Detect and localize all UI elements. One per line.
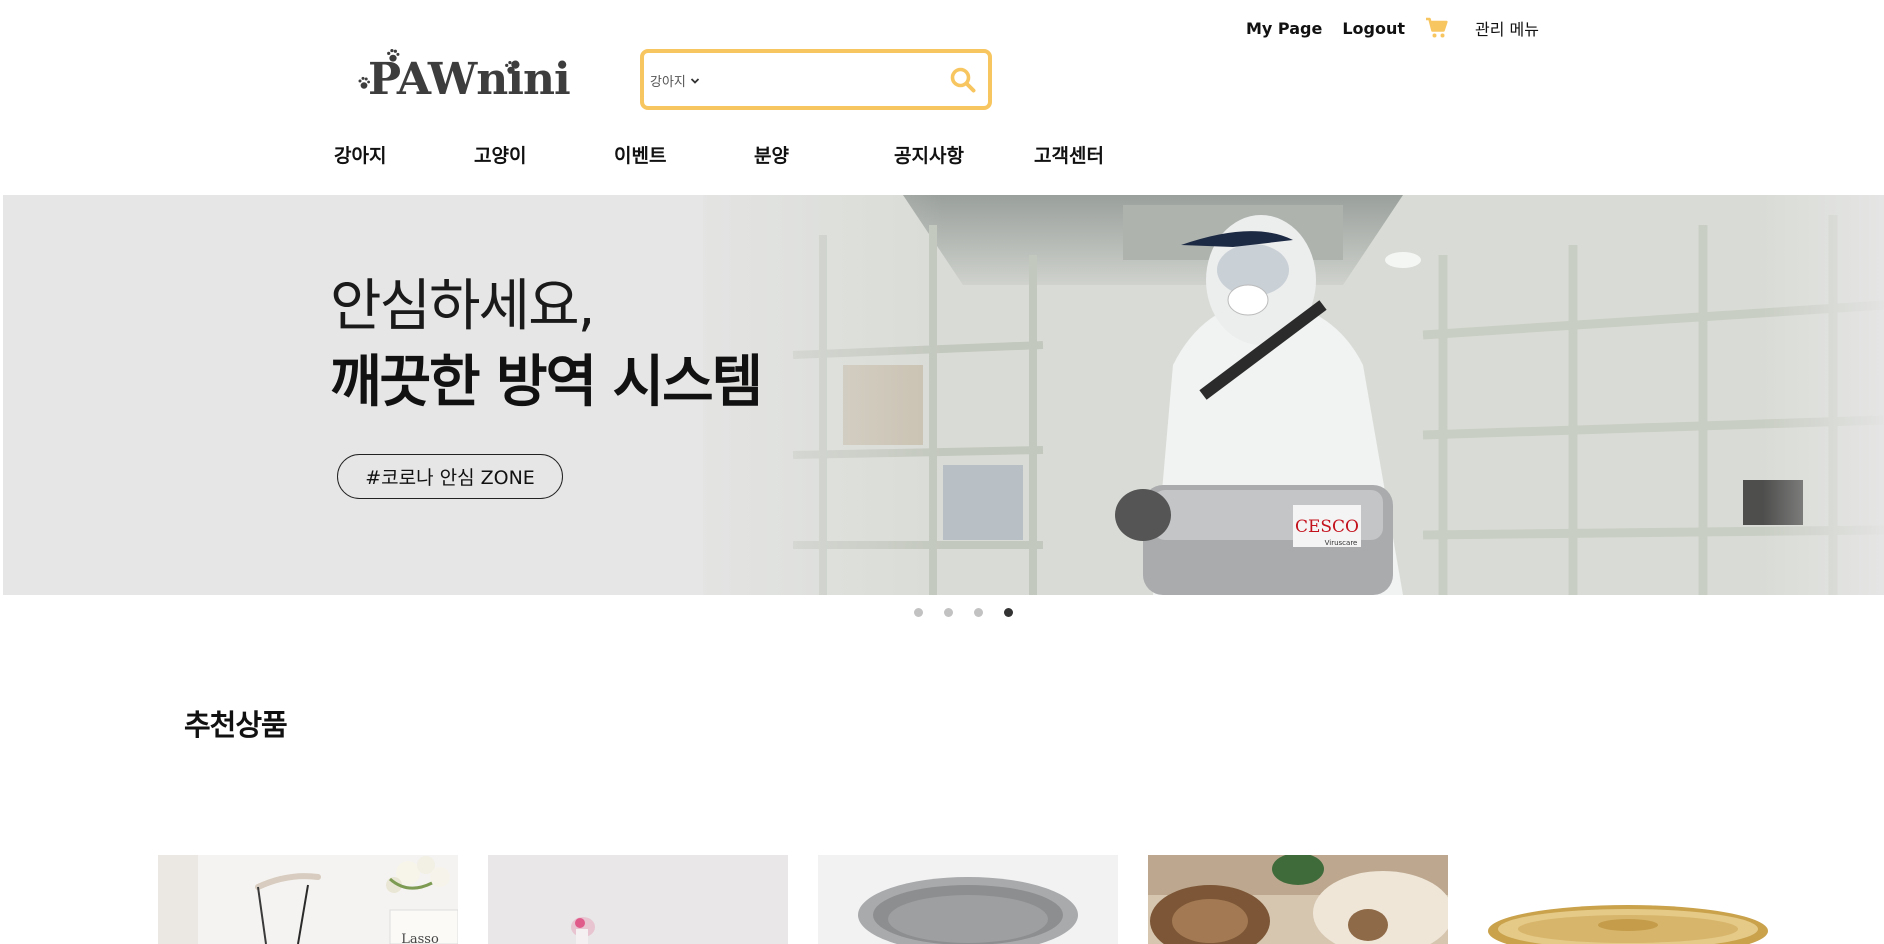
nav-item-event[interactable]: 이벤트: [614, 141, 666, 168]
carousel-dot[interactable]: [914, 608, 923, 617]
product-card[interactable]: [818, 855, 1118, 944]
product-image: [818, 855, 1118, 944]
search-box: 강아지: [640, 49, 992, 110]
nav-item-adoption[interactable]: 분양: [754, 141, 789, 168]
cesco-logo: CESCO: [1295, 517, 1359, 537]
product-image: [1148, 855, 1448, 944]
product-image: [488, 855, 788, 944]
carousel-dot[interactable]: [974, 608, 983, 617]
search-category-value: 강아지: [650, 75, 686, 90]
cesco-sub: Viruscare: [1325, 539, 1358, 547]
disinfection-photo: CESCO Viruscare: [3, 195, 1884, 595]
product-card[interactable]: [488, 855, 788, 944]
banner-headline: 안심하세요,: [330, 274, 595, 339]
product-image: Lasso: [158, 855, 458, 944]
search-input[interactable]: [712, 63, 942, 95]
carousel-dot-active[interactable]: [1004, 608, 1013, 617]
chevron-down-icon: [690, 77, 700, 84]
search-category-select[interactable]: 강아지: [650, 71, 700, 90]
product-card[interactable]: Lasso: [158, 855, 458, 944]
banner-tag-button[interactable]: #코로나 안심 ZONE: [337, 454, 563, 499]
mypage-link[interactable]: My Page: [1246, 19, 1322, 38]
utility-bar: My Page Logout 관리 메뉴: [1246, 16, 1539, 40]
hero-banner[interactable]: CESCO Viruscare 안심하세요, 깨끗한 방역 시스템 #코로나 안…: [3, 195, 1884, 595]
logo[interactable]: PAWnini: [356, 46, 576, 108]
carousel-dot[interactable]: [944, 608, 953, 617]
product-card[interactable]: [1478, 855, 1778, 944]
banner-subheadline: 깨끗한 방역 시스템: [330, 350, 763, 415]
nav-item-cat[interactable]: 고양이: [474, 141, 526, 168]
section-title-recommended: 추천상품: [184, 708, 288, 742]
nav-item-support[interactable]: 고객센터: [1034, 141, 1104, 168]
nav-item-dog[interactable]: 강아지: [334, 141, 386, 168]
admin-menu-link[interactable]: 관리 메뉴: [1475, 16, 1539, 40]
logout-link[interactable]: Logout: [1342, 19, 1405, 38]
carousel-dots: [914, 608, 1034, 617]
product-card[interactable]: [1148, 855, 1448, 944]
nav-item-notice[interactable]: 공지사항: [894, 141, 964, 168]
svg-text:Lasso: Lasso: [401, 932, 439, 944]
product-image: [1478, 855, 1778, 944]
search-icon[interactable]: [948, 65, 978, 95]
logo-text: PAWnini: [368, 54, 571, 105]
cart-icon[interactable]: [1425, 16, 1449, 40]
